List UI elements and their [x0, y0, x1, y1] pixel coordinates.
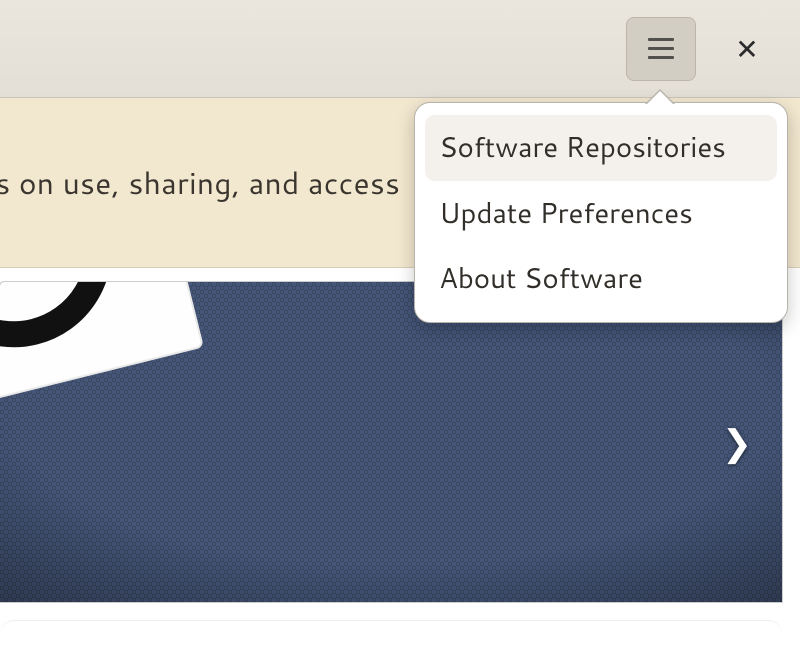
- hamburger-menu-popover: Software Repositories Update Preferences…: [414, 102, 788, 323]
- featured-illustration: [0, 282, 782, 602]
- menu-software-repositories[interactable]: Software Repositories: [425, 115, 777, 181]
- below-carousel-card: [0, 620, 782, 672]
- menu-update-preferences[interactable]: Update Preferences: [425, 181, 777, 247]
- menu-about-software[interactable]: About Software: [425, 246, 777, 312]
- license-info-text: ons on use, sharing, and access: [0, 161, 400, 204]
- carousel-next-button[interactable]: ❯: [722, 417, 752, 468]
- close-button[interactable]: ✕: [712, 17, 782, 81]
- close-icon: ✕: [735, 35, 758, 63]
- featured-app-tile[interactable]: ❯: [0, 282, 782, 602]
- headerbar: ✕: [0, 0, 800, 98]
- hamburger-button[interactable]: [626, 17, 696, 81]
- content-area: ❯: [0, 268, 800, 672]
- hamburger-icon: [648, 35, 674, 62]
